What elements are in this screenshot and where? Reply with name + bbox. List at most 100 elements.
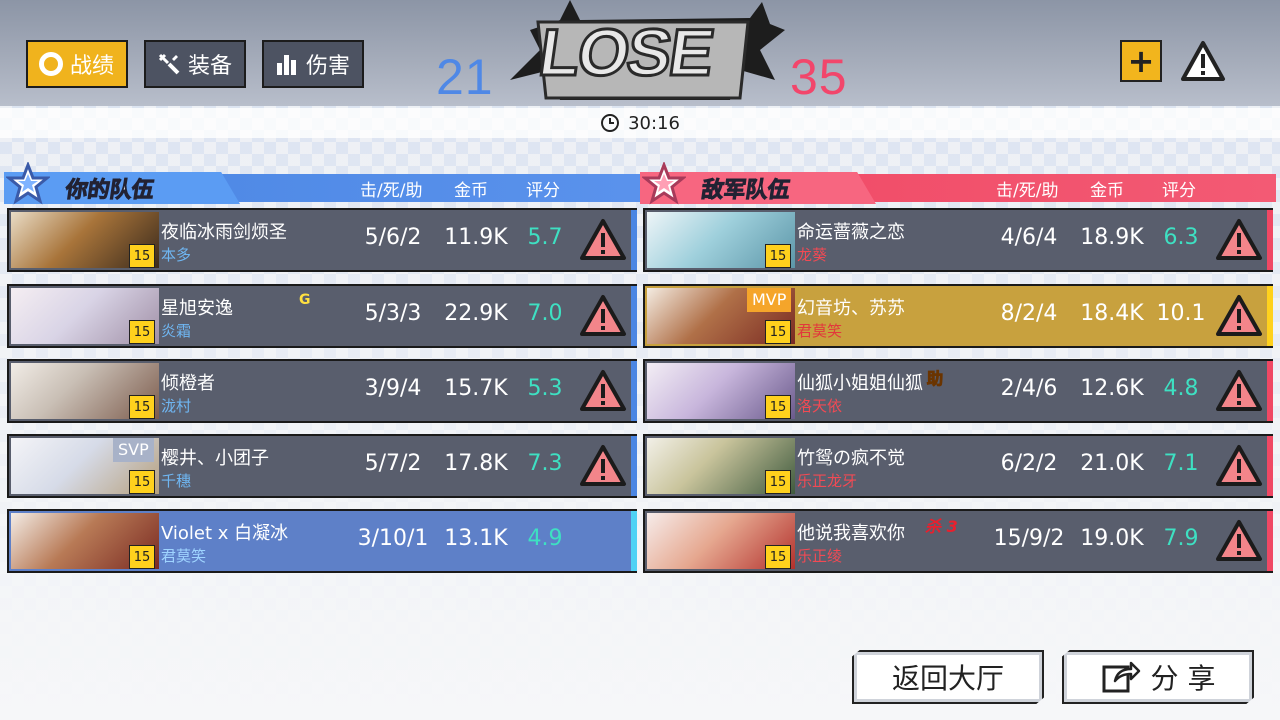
player-kda: 8/2/4	[1000, 301, 1058, 326]
team-edge	[1267, 436, 1273, 496]
my-player-row[interactable]: 15 倾橙者 泷村 3/9/4 15.7K 5.3	[7, 359, 637, 423]
enemy-player-row[interactable]: 15 竹鸳の疯不觉 乐正龙牙 6/2/2 21.0K 7.1	[643, 434, 1273, 498]
level-badge: 15	[765, 545, 791, 569]
player-name: 星旭安逸	[161, 298, 233, 319]
report-icon[interactable]	[1215, 369, 1263, 413]
player-name: 仙狐小姐姐仙狐	[797, 373, 923, 394]
ring-icon	[38, 51, 64, 77]
my-player-row[interactable]: SVP 15 樱井、小团子 千穗 5/7/2 17.8K 7.3	[7, 434, 637, 498]
player-hero: 君莫笑	[797, 322, 843, 340]
mvp-badge: MVP	[747, 288, 792, 312]
enemy-player-row[interactable]: MVP 15 幻音坊、苏苏 君莫笑 8/2/4 18.4K 10.1	[643, 284, 1273, 348]
player-kda: 5/3/3	[364, 301, 422, 326]
player-hero: 炎霜	[161, 322, 192, 340]
enemy-player-row[interactable]: 15 命运蔷薇之恋 龙葵 4/6/4 18.9K 6.3	[643, 208, 1273, 272]
self-player-row[interactable]: 15 Violet x 白凝冰 君莫笑 3/10/1 13.1K 4.9	[7, 509, 637, 573]
player-rating: 7.9	[1163, 526, 1199, 551]
level-badge: 15	[765, 470, 791, 494]
player-rating: 6.3	[1163, 225, 1199, 250]
my-player-row[interactable]: 15 夜临冰雨剑烦圣 本多 5/6/2 11.9K 5.7	[7, 208, 637, 272]
match-timer: 30:16	[0, 108, 1280, 138]
report-icon[interactable]	[579, 444, 627, 488]
team-edge	[631, 361, 637, 421]
star-icon	[642, 162, 686, 205]
player-kda: 6/2/2	[1000, 451, 1058, 476]
player-gold: 17.8K	[444, 451, 508, 476]
level-badge: 15	[129, 470, 155, 494]
level-badge: 15	[129, 320, 155, 344]
share-icon	[1102, 661, 1140, 693]
player-rating: 5.7	[527, 225, 563, 250]
player-kda: 5/7/2	[364, 451, 422, 476]
level-badge: 15	[765, 395, 791, 419]
player-name: 倾橙者	[161, 373, 215, 394]
report-icon[interactable]	[1215, 294, 1263, 338]
player-name: 命运蔷薇之恋	[797, 222, 905, 243]
level-badge: 15	[765, 320, 791, 344]
player-hero: 泷村	[161, 397, 192, 415]
player-gold: 21.0K	[1080, 451, 1144, 476]
player-kda: 3/9/4	[364, 376, 422, 401]
level-badge: 15	[129, 395, 155, 419]
player-name: 幻音坊、苏苏	[797, 298, 905, 319]
player-hero: 本多	[161, 246, 192, 264]
col-rating: 评分	[1162, 181, 1196, 201]
player-kda: 4/6/4	[1000, 225, 1058, 250]
player-rating: 7.0	[527, 301, 563, 326]
player-hero: 乐正龙牙	[797, 472, 858, 490]
report-icon[interactable]	[579, 369, 627, 413]
kill-streak-tag: 杀 3	[925, 517, 958, 536]
player-name: 竹鸳の疯不觉	[797, 448, 905, 469]
team-edge	[631, 511, 637, 571]
report-icon[interactable]	[1215, 519, 1263, 563]
share-button[interactable]: 分 享	[1062, 650, 1254, 704]
share-label: 分 享	[1150, 662, 1216, 695]
enemy-team-title: 敌军队伍	[699, 178, 792, 204]
tools-icon	[156, 51, 182, 77]
col-gold: 金币	[454, 181, 488, 201]
team-edge	[631, 286, 637, 346]
player-rating: 7.3	[527, 451, 563, 476]
my-team-title: 你的队伍	[63, 178, 156, 204]
clock-icon	[601, 114, 620, 132]
bar-chart-icon	[274, 51, 300, 77]
player-rating: 4.8	[1163, 376, 1199, 401]
player-hero: 洛天依	[797, 397, 843, 415]
level-badge: 15	[765, 244, 791, 268]
player-rating: 7.1	[1163, 451, 1199, 476]
my-player-row[interactable]: 15 星旭安逸 G 炎霜 5/3/3 22.9K 7.0	[7, 284, 637, 348]
report-icon[interactable]	[1180, 40, 1226, 82]
player-rating: 10.1	[1156, 301, 1206, 326]
team-edge	[1267, 286, 1273, 346]
col-rating: 评分	[526, 181, 560, 201]
team-edge	[631, 436, 637, 496]
assist-tag: 助	[926, 369, 944, 389]
tab-damage[interactable]: 伤害	[262, 40, 364, 88]
player-name: 樱井、小团子	[161, 448, 269, 469]
report-icon[interactable]	[579, 294, 627, 338]
g-tag: G	[299, 292, 311, 308]
report-icon[interactable]	[1215, 444, 1263, 488]
player-rating: 5.3	[527, 376, 563, 401]
enemy-player-row[interactable]: 15 他说我喜欢你 杀 3 乐正绫 15/9/2 19.0K 7.9	[643, 509, 1273, 573]
player-gold: 15.7K	[444, 376, 508, 401]
player-hero: 龙葵	[797, 246, 828, 264]
player-gold: 18.9K	[1080, 225, 1144, 250]
return-lobby-button[interactable]: 返回大厅	[852, 650, 1044, 704]
player-name: 他说我喜欢你	[797, 523, 905, 544]
report-icon[interactable]	[1215, 218, 1263, 262]
player-kda: 5/6/2	[364, 225, 422, 250]
player-gold: 13.1K	[444, 526, 508, 551]
tab-record[interactable]: 战绩	[26, 40, 128, 88]
team-edge	[1267, 361, 1273, 421]
enemy-player-row[interactable]: 15 仙狐小姐姐仙狐 助 洛天依 2/4/6 12.6K 4.8	[643, 359, 1273, 423]
level-badge: 15	[129, 545, 155, 569]
add-button[interactable]: +	[1120, 40, 1162, 82]
col-kda: 击/死/助	[360, 181, 423, 201]
player-gold: 22.9K	[444, 301, 508, 326]
tab-damage-label: 伤害	[306, 54, 351, 79]
my-team-header: 你的队伍 击/死/助 金币 评分	[4, 158, 640, 205]
star-icon	[6, 162, 50, 205]
tab-equipment[interactable]: 装备	[144, 40, 246, 88]
report-icon[interactable]	[579, 218, 627, 262]
